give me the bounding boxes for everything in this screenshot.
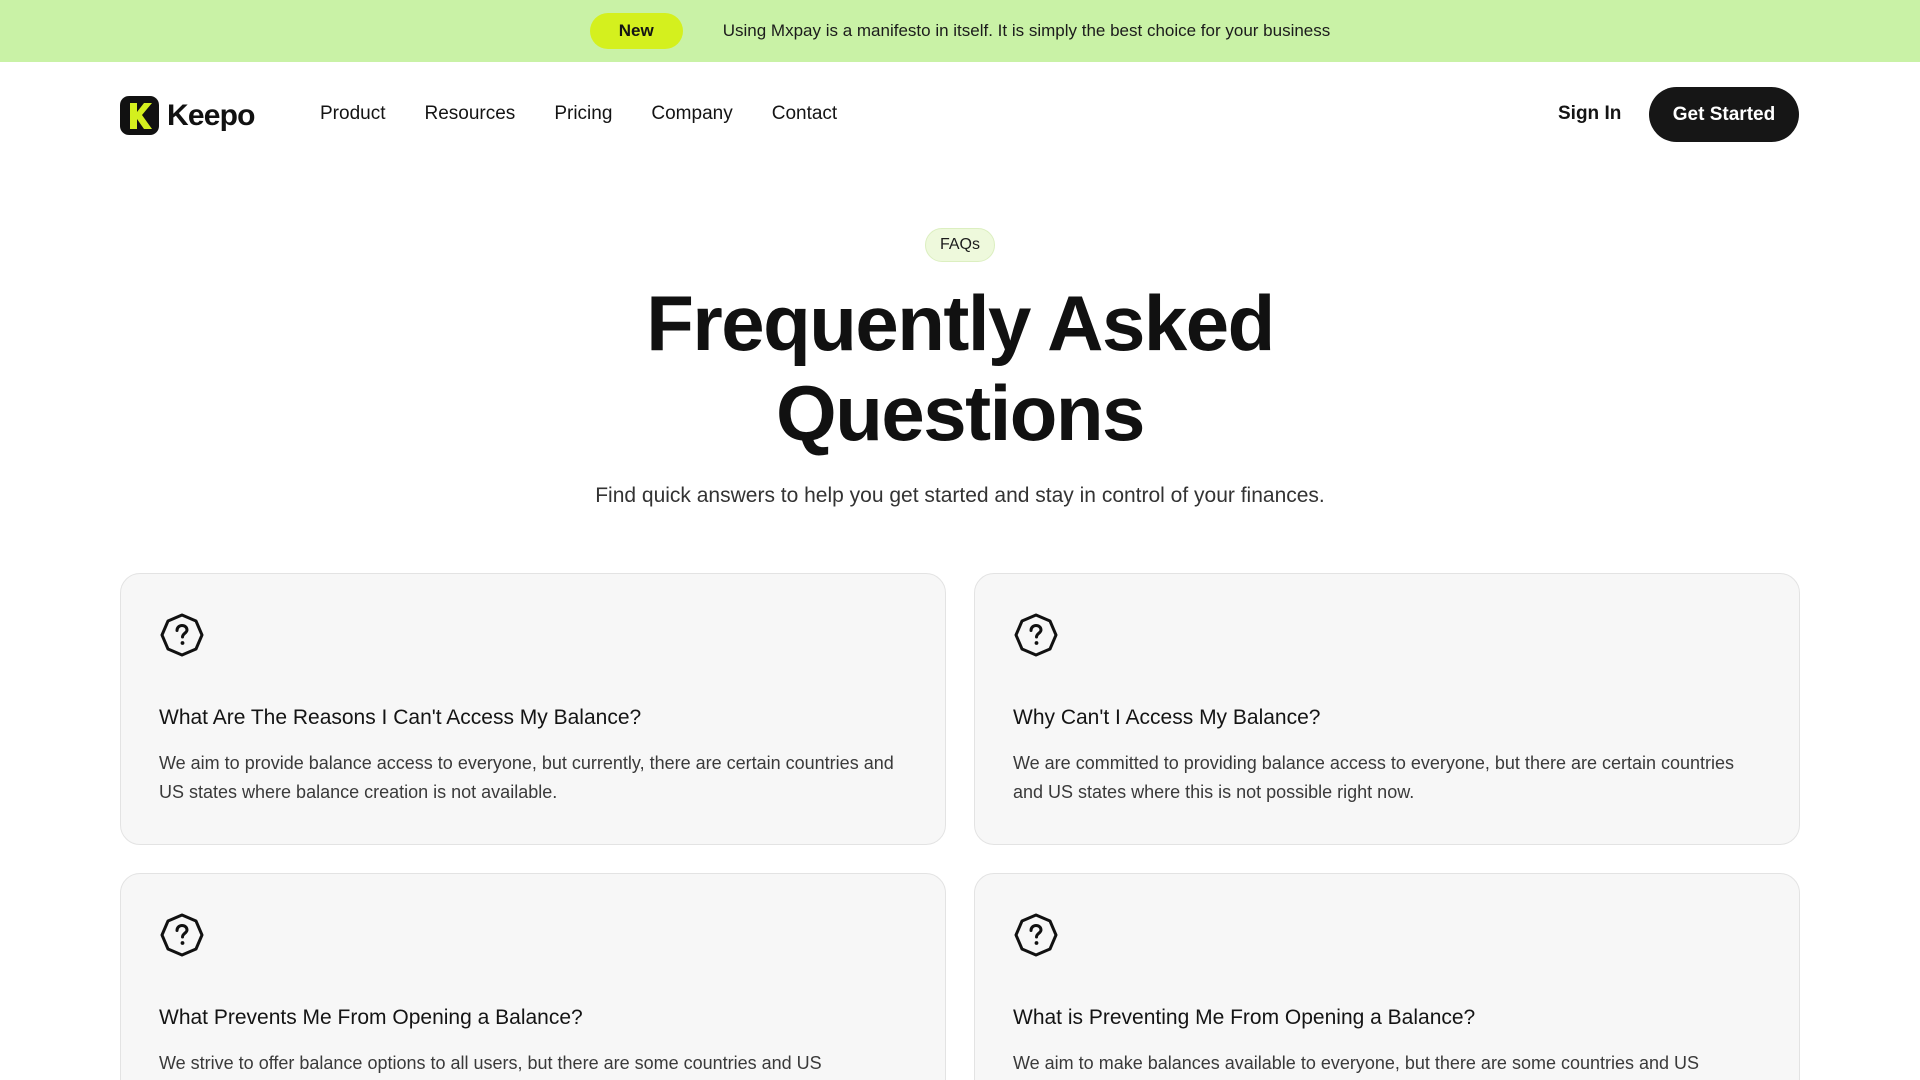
question-octagon-icon bbox=[160, 913, 204, 957]
faq-answer: We aim to provide balance access to ever… bbox=[159, 753, 894, 802]
nav-item-pricing[interactable]: Pricing bbox=[554, 103, 612, 125]
page-title: Frequently Asked Questions bbox=[0, 278, 1920, 458]
faq-question: What Are The Reasons I Can't Access My B… bbox=[159, 706, 642, 729]
brand-name: Keepo bbox=[167, 98, 255, 132]
brand-logo[interactable]: Keepo bbox=[120, 96, 255, 135]
question-octagon-icon bbox=[1014, 913, 1058, 957]
faq-answer: We aim to make balances available to eve… bbox=[1013, 1053, 1700, 1073]
faq-card[interactable]: What Are The Reasons I Can't Access My B… bbox=[120, 573, 946, 845]
faq-card[interactable]: What is Preventing Me From Opening a Bal… bbox=[974, 873, 1800, 1080]
faq-question: What is Preventing Me From Opening a Bal… bbox=[1013, 1006, 1476, 1029]
faq-answer: We are committed to providing balance ac… bbox=[1013, 753, 1735, 802]
faq-question: Why Can't I Access My Balance? bbox=[1013, 706, 1321, 729]
keepo-logo-icon bbox=[120, 96, 159, 135]
top-navigation: Keepo Product Resources Pricing Company … bbox=[0, 62, 1920, 168]
question-octagon-icon bbox=[1014, 613, 1058, 657]
title-line-1: Frequently Asked bbox=[646, 279, 1275, 367]
faq-card[interactable]: What Prevents Me From Opening a Balance?… bbox=[120, 873, 946, 1080]
nav-item-resources[interactable]: Resources bbox=[424, 103, 515, 125]
question-octagon-icon bbox=[160, 613, 204, 657]
nav-item-product[interactable]: Product bbox=[320, 103, 385, 125]
nav-item-contact[interactable]: Contact bbox=[772, 103, 837, 125]
get-started-button[interactable]: Get Started bbox=[1649, 87, 1799, 142]
faq-question: What Prevents Me From Opening a Balance? bbox=[159, 1006, 583, 1029]
new-badge[interactable]: New bbox=[589, 13, 683, 49]
sign-in-link[interactable]: Sign In bbox=[1558, 103, 1621, 125]
faq-card[interactable]: Why Can't I Access My Balance? We are co… bbox=[974, 573, 1800, 845]
faqs-tag: FAQs bbox=[925, 228, 995, 262]
announcement-message: Using Mxpay is a manifesto in itself. It… bbox=[722, 21, 1331, 40]
nav-item-company[interactable]: Company bbox=[651, 103, 732, 125]
title-line-2: Questions bbox=[776, 369, 1145, 457]
main-menu: Product Resources Pricing Company Contac… bbox=[320, 103, 837, 125]
page-subtitle: Find quick answers to help you get start… bbox=[595, 484, 1325, 507]
faq-answer: We strive to offer balance options to al… bbox=[159, 1053, 822, 1073]
announcement-bar: New Using Mxpay is a manifesto in itself… bbox=[0, 0, 1920, 62]
